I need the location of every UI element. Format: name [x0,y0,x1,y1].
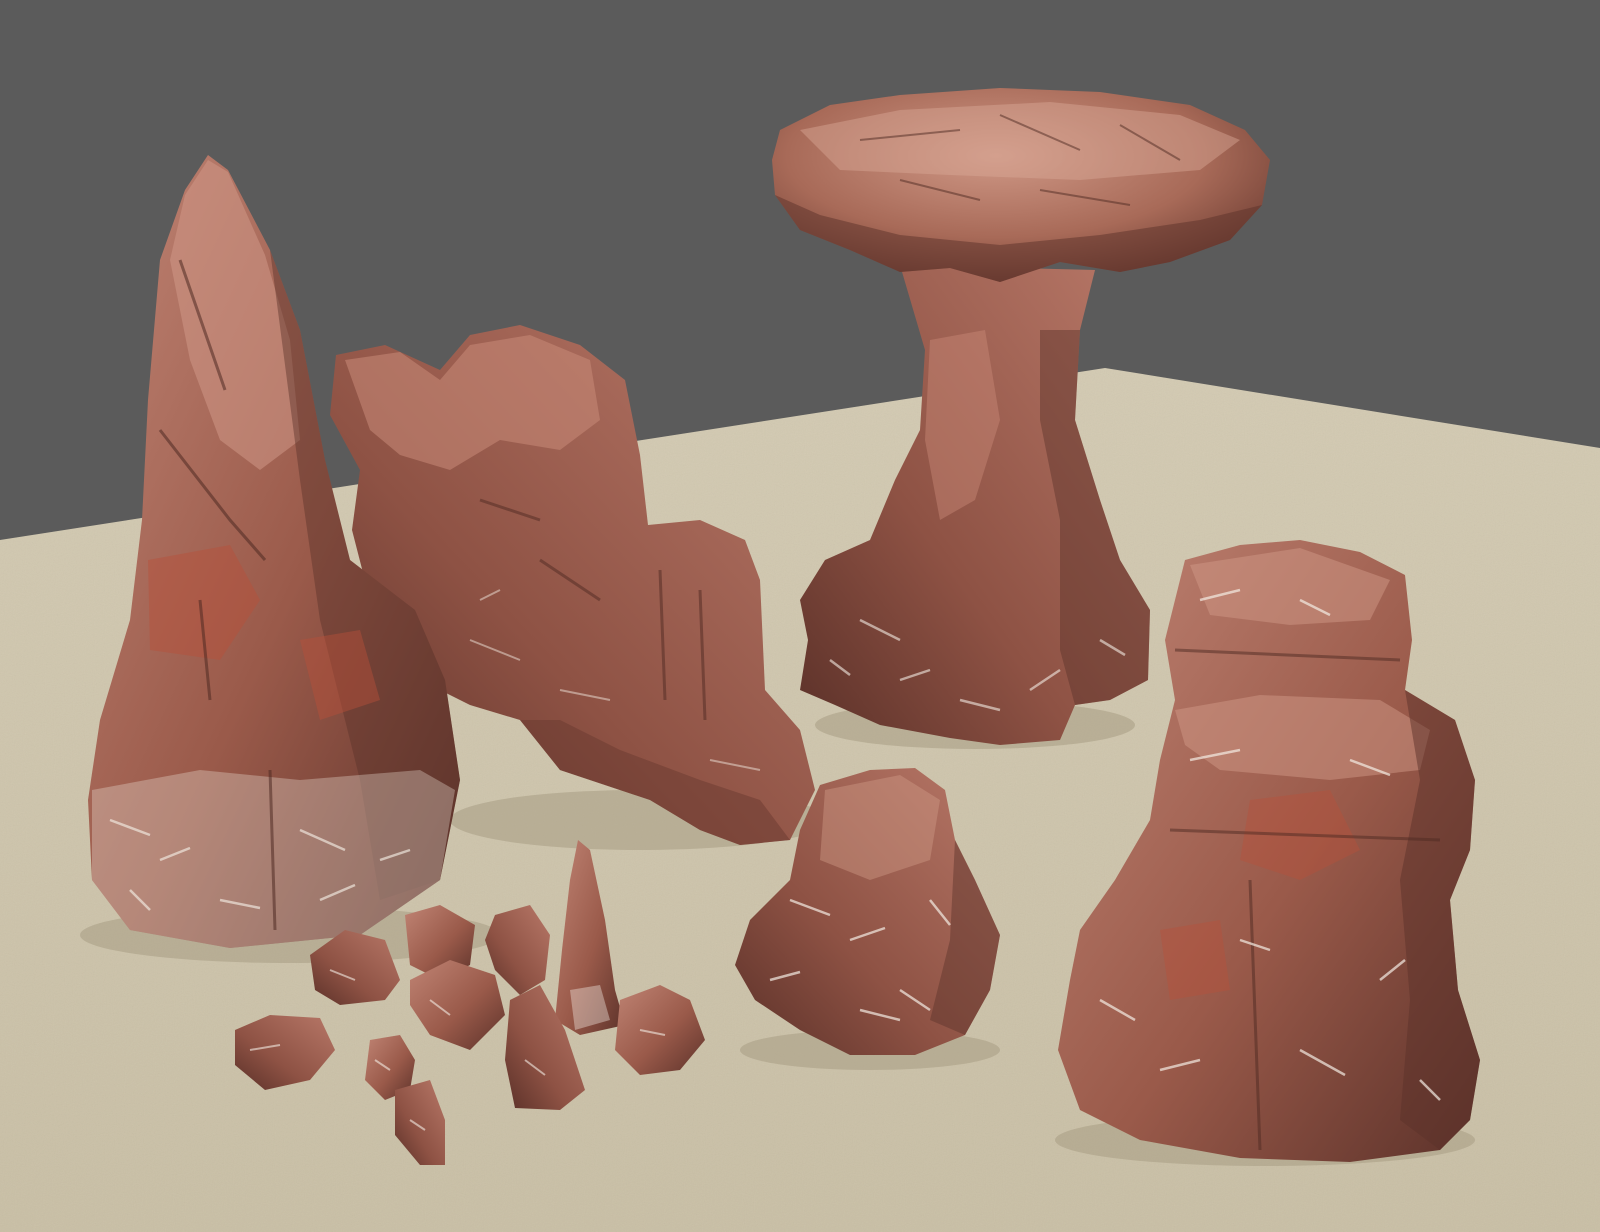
scene-svg [0,0,1600,1232]
rock-asset-render [0,0,1600,1232]
